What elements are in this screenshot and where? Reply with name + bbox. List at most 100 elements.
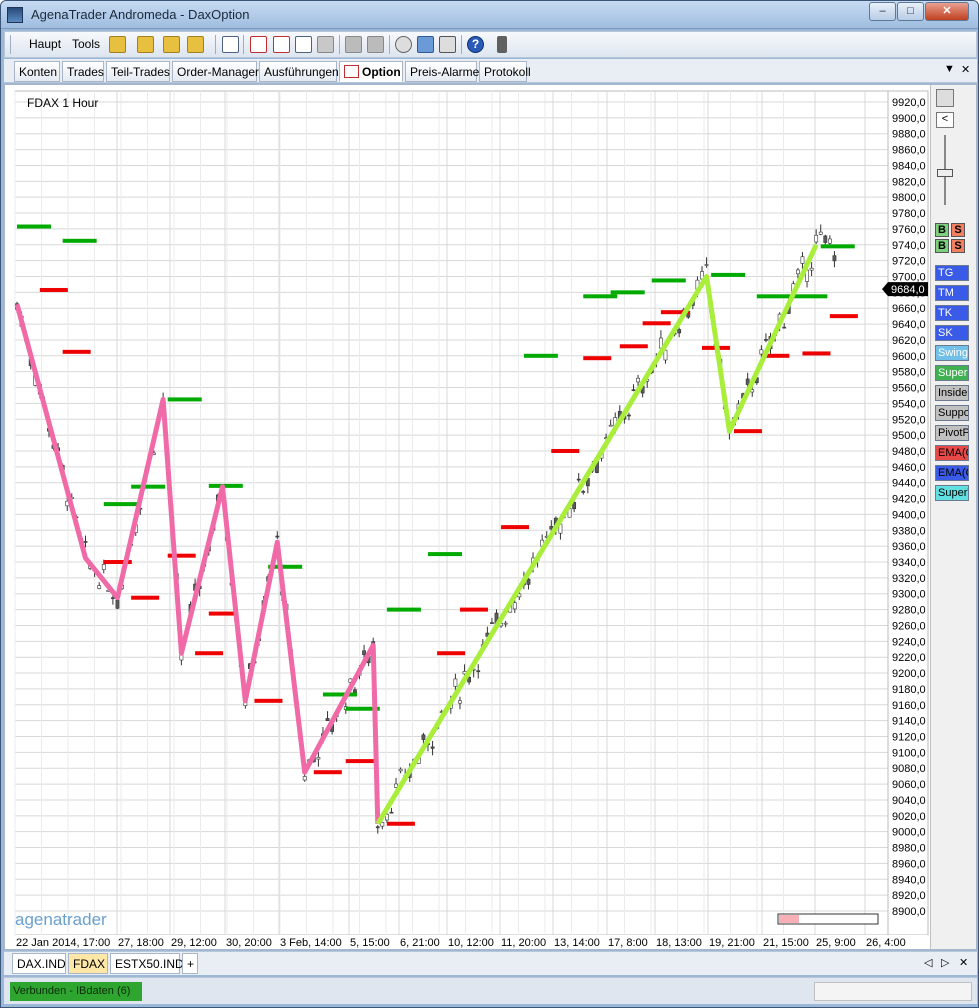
chart-grid-icon[interactable] xyxy=(273,36,290,53)
folder-down-icon[interactable] xyxy=(163,36,180,53)
candle-body xyxy=(458,701,461,703)
indicator-ema-2[interactable]: EMA(C xyxy=(935,465,969,481)
sell-button[interactable]: S xyxy=(951,223,965,237)
price-tick-label: 9820,0 xyxy=(892,176,926,188)
tab-protokoll[interactable]: Protokoll xyxy=(479,61,527,82)
price-tick-label: 9800,0 xyxy=(892,192,926,204)
close-tab-icon[interactable]: ✕ xyxy=(959,956,968,969)
candle-body xyxy=(362,651,365,655)
resistance-level xyxy=(131,485,165,489)
time-tick-label: 10, 12:00 xyxy=(448,937,494,949)
folder-delete-icon[interactable] xyxy=(187,36,204,53)
price-tick-label: 9600,0 xyxy=(892,351,926,363)
time-tick-label: 18, 13:00 xyxy=(656,937,702,949)
zoom-slider-thumb[interactable] xyxy=(937,169,953,177)
price-tick-label: 9720,0 xyxy=(892,256,926,268)
tools-icon[interactable] xyxy=(439,36,456,53)
indicator-sidebar: < B S B S TG TM TK SK Swing Super Inside… xyxy=(930,85,976,949)
buy-button-2[interactable]: B xyxy=(935,239,949,253)
main-toolbar: Haupt Tools ? xyxy=(4,31,977,58)
grid-layout-icon[interactable] xyxy=(936,89,954,107)
time-tick-label: 29, 12:00 xyxy=(171,937,217,949)
list-icon[interactable] xyxy=(295,36,312,53)
indicator-tg[interactable]: TG xyxy=(935,265,969,281)
help-icon[interactable]: ? xyxy=(467,36,484,53)
close-button[interactable]: ✕ xyxy=(925,2,969,21)
indicator-tk[interactable]: TK xyxy=(935,305,969,321)
title-bar[interactable]: AgenaTrader Andromeda - DaxOption – □ ✕ xyxy=(1,1,978,29)
tab-fdax[interactable]: FDAX xyxy=(68,953,108,974)
menu-haupt[interactable]: Haupt xyxy=(29,37,61,51)
indicator-sk[interactable]: SK xyxy=(935,325,969,341)
next-tab-icon[interactable]: ▷ xyxy=(941,956,949,969)
price-tick-label: 9660,0 xyxy=(892,303,926,315)
indicator-supertrend[interactable]: SuperT xyxy=(935,485,969,501)
indicator-super[interactable]: Super xyxy=(935,365,969,381)
tab-order-manager[interactable]: Order-Manager xyxy=(172,61,257,82)
buy-button[interactable]: B xyxy=(935,223,949,237)
price-tick-label: 8900,0 xyxy=(892,906,926,918)
candle-body xyxy=(833,256,836,261)
price-chart[interactable]: 9920,09900,09880,09860,09840,09820,09800… xyxy=(5,85,930,949)
tab-preis-alarme[interactable]: Preis-Alarme xyxy=(405,61,477,82)
candle-body xyxy=(353,690,356,693)
support-level xyxy=(802,351,830,355)
lock-icon[interactable] xyxy=(345,36,362,53)
price-tick-label: 9060,0 xyxy=(892,779,926,791)
tab-dax-ind[interactable]: DAX.IND xyxy=(12,953,66,974)
bookmark-icon[interactable] xyxy=(137,36,154,53)
new-folder-icon[interactable] xyxy=(109,36,126,53)
overflow-icon[interactable] xyxy=(497,36,507,53)
candle-body xyxy=(513,603,516,609)
tab-konten[interactable]: Konten xyxy=(14,61,60,82)
resistance-level xyxy=(209,484,243,488)
users-icon[interactable] xyxy=(417,36,434,53)
add-tab-button[interactable]: + xyxy=(182,953,198,974)
indicator-swing[interactable]: Swing xyxy=(935,345,969,361)
resistance-level xyxy=(387,608,421,612)
fp-icon[interactable] xyxy=(367,36,384,53)
indicator-support[interactable]: Suppo xyxy=(935,405,969,421)
prev-tab-icon[interactable]: ◁ xyxy=(924,956,932,969)
indicator-insidebar[interactable]: InsideB xyxy=(935,385,969,401)
resistance-level xyxy=(168,397,202,401)
candle-body xyxy=(98,586,101,589)
tab-ausfuehrungen[interactable]: Ausführungen xyxy=(259,61,337,82)
price-tick-label: 9880,0 xyxy=(892,129,926,141)
menu-tools[interactable]: Tools xyxy=(72,37,100,51)
price-tick-label: 9700,0 xyxy=(892,271,926,283)
candle-body xyxy=(705,265,708,266)
price-tick-label: 9900,0 xyxy=(892,113,926,125)
candle-body xyxy=(632,390,635,391)
tab-teil-trades[interactable]: Teil-Trades xyxy=(106,61,170,82)
connection-status: Verbunden - IBdaten (6) xyxy=(10,982,142,1001)
indicator-tm[interactable]: TM xyxy=(935,285,969,301)
resistance-level xyxy=(757,294,791,298)
price-tick-label: 9500,0 xyxy=(892,430,926,442)
maximize-button[interactable]: □ xyxy=(897,2,924,21)
tab-close-icon[interactable]: ✕ xyxy=(961,63,970,76)
minimize-button[interactable]: – xyxy=(869,2,896,21)
tab-trades[interactable]: Trades xyxy=(62,61,104,82)
gear-icon[interactable] xyxy=(395,36,412,53)
chart-icon[interactable] xyxy=(250,36,267,53)
tab-dropdown-icon[interactable]: ▼ xyxy=(944,63,955,75)
chart-panel[interactable]: 9920,09900,09880,09860,09840,09820,09800… xyxy=(4,84,977,950)
resistance-level xyxy=(711,273,745,277)
resistance-level xyxy=(524,354,558,358)
candle-body xyxy=(783,327,786,328)
collapse-button[interactable]: < xyxy=(936,112,954,128)
time-tick-label: 5, 15:00 xyxy=(350,937,390,949)
windows-icon[interactable] xyxy=(317,36,334,53)
indicator-pivot[interactable]: PivotP xyxy=(935,425,969,441)
window-title: AgenaTrader Andromeda - DaxOption xyxy=(31,7,249,22)
time-tick-label: 17, 8:00 xyxy=(608,937,648,949)
table-icon[interactable] xyxy=(222,36,239,53)
scroll-thumb[interactable] xyxy=(779,915,799,923)
price-tick-label: 9120,0 xyxy=(892,732,926,744)
tab-estx50[interactable]: ESTX50.IND xyxy=(110,953,180,974)
support-level xyxy=(131,596,159,600)
sell-button-2[interactable]: S xyxy=(951,239,965,253)
support-level xyxy=(254,699,282,703)
indicator-ema-1[interactable]: EMA(C xyxy=(935,445,969,461)
